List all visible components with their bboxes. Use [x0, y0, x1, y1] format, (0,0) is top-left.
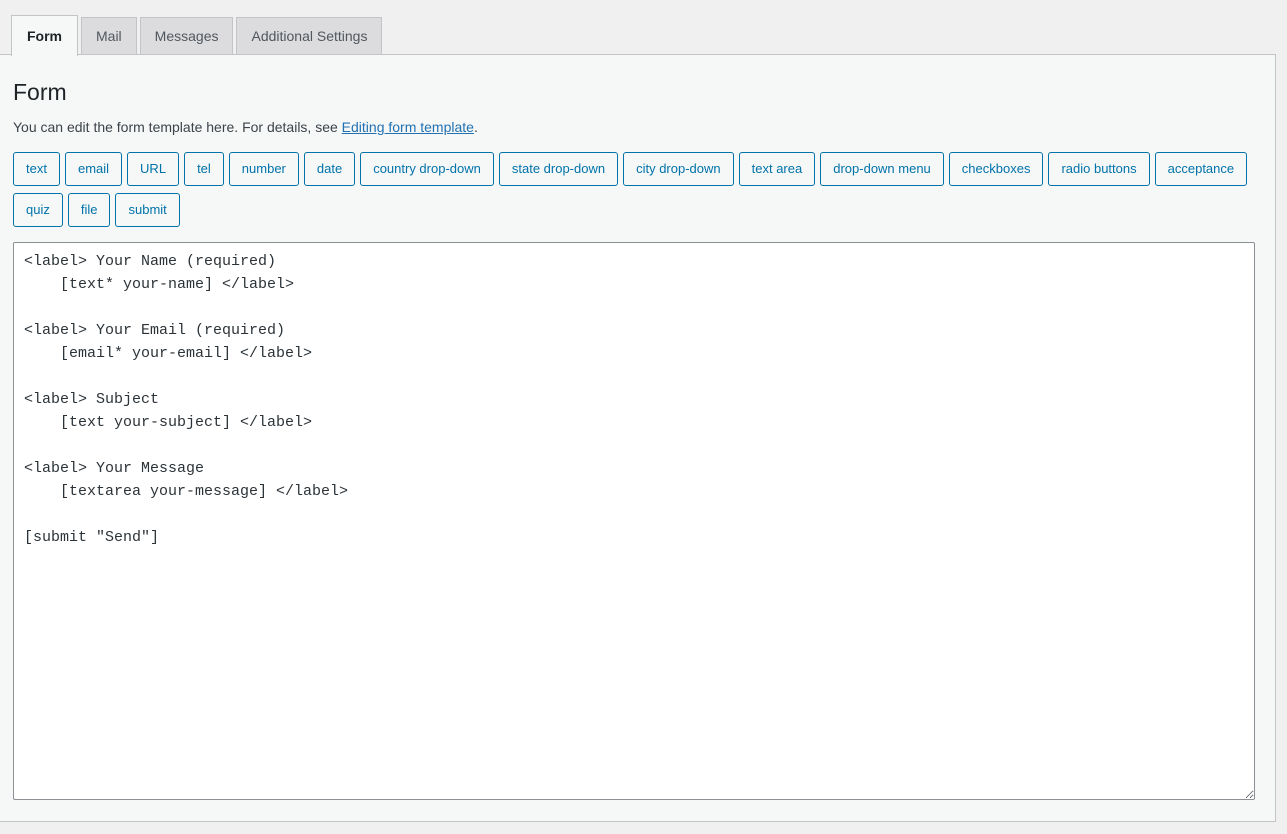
description-text-after: .: [473, 118, 478, 135]
page-title: Form: [13, 79, 67, 105]
tag-button-submit[interactable]: submit: [115, 192, 180, 227]
tag-button-acceptance[interactable]: acceptance: [1154, 151, 1248, 186]
tab-list: Form Mail Messages Additional Settings: [11, 15, 383, 56]
tag-button-country-drop-down[interactable]: country drop-down: [360, 151, 494, 186]
tag-button-file[interactable]: file: [67, 192, 111, 227]
tag-button-text[interactable]: text: [13, 151, 60, 186]
tag-button-date[interactable]: date: [303, 151, 356, 186]
tag-button-city-drop-down[interactable]: city drop-down: [623, 151, 734, 186]
tab-mail[interactable]: Mail: [81, 17, 137, 55]
panel-description: You can edit the form template here. For…: [13, 117, 1261, 138]
tab-form[interactable]: Form: [11, 15, 78, 56]
tag-button-quiz[interactable]: quiz: [13, 192, 63, 227]
tag-button-radio-buttons[interactable]: radio buttons: [1048, 151, 1150, 186]
tag-button-tel[interactable]: tel: [184, 151, 224, 186]
tag-button-checkboxes[interactable]: checkboxes: [948, 151, 1044, 186]
tab-additional-settings[interactable]: Additional Settings: [236, 17, 383, 55]
tab-messages[interactable]: Messages: [139, 17, 234, 55]
form-template-textarea[interactable]: [13, 241, 1255, 800]
tag-button-email[interactable]: email: [64, 151, 123, 186]
editing-form-template-link[interactable]: Editing form template: [342, 119, 474, 135]
description-text-before: You can edit the form template here. For…: [13, 118, 342, 135]
tag-button-text-area[interactable]: text area: [738, 151, 816, 186]
tag-button-url[interactable]: URL: [127, 151, 180, 186]
tab-strip: Form Mail Messages Additional Settings: [0, 0, 1287, 56]
panel-header: Form You can edit the form template here…: [0, 55, 1275, 234]
tag-button-number[interactable]: number: [228, 151, 299, 186]
tag-button-drop-down-menu[interactable]: drop-down menu: [820, 151, 944, 186]
form-editor-wrap: [0, 241, 1275, 800]
tag-button-state-drop-down[interactable]: state drop-down: [498, 151, 619, 186]
form-panel: Form You can edit the form template here…: [0, 54, 1276, 822]
tag-generator-buttons: text email URL tel number date country drop-do…: [13, 151, 1261, 234]
